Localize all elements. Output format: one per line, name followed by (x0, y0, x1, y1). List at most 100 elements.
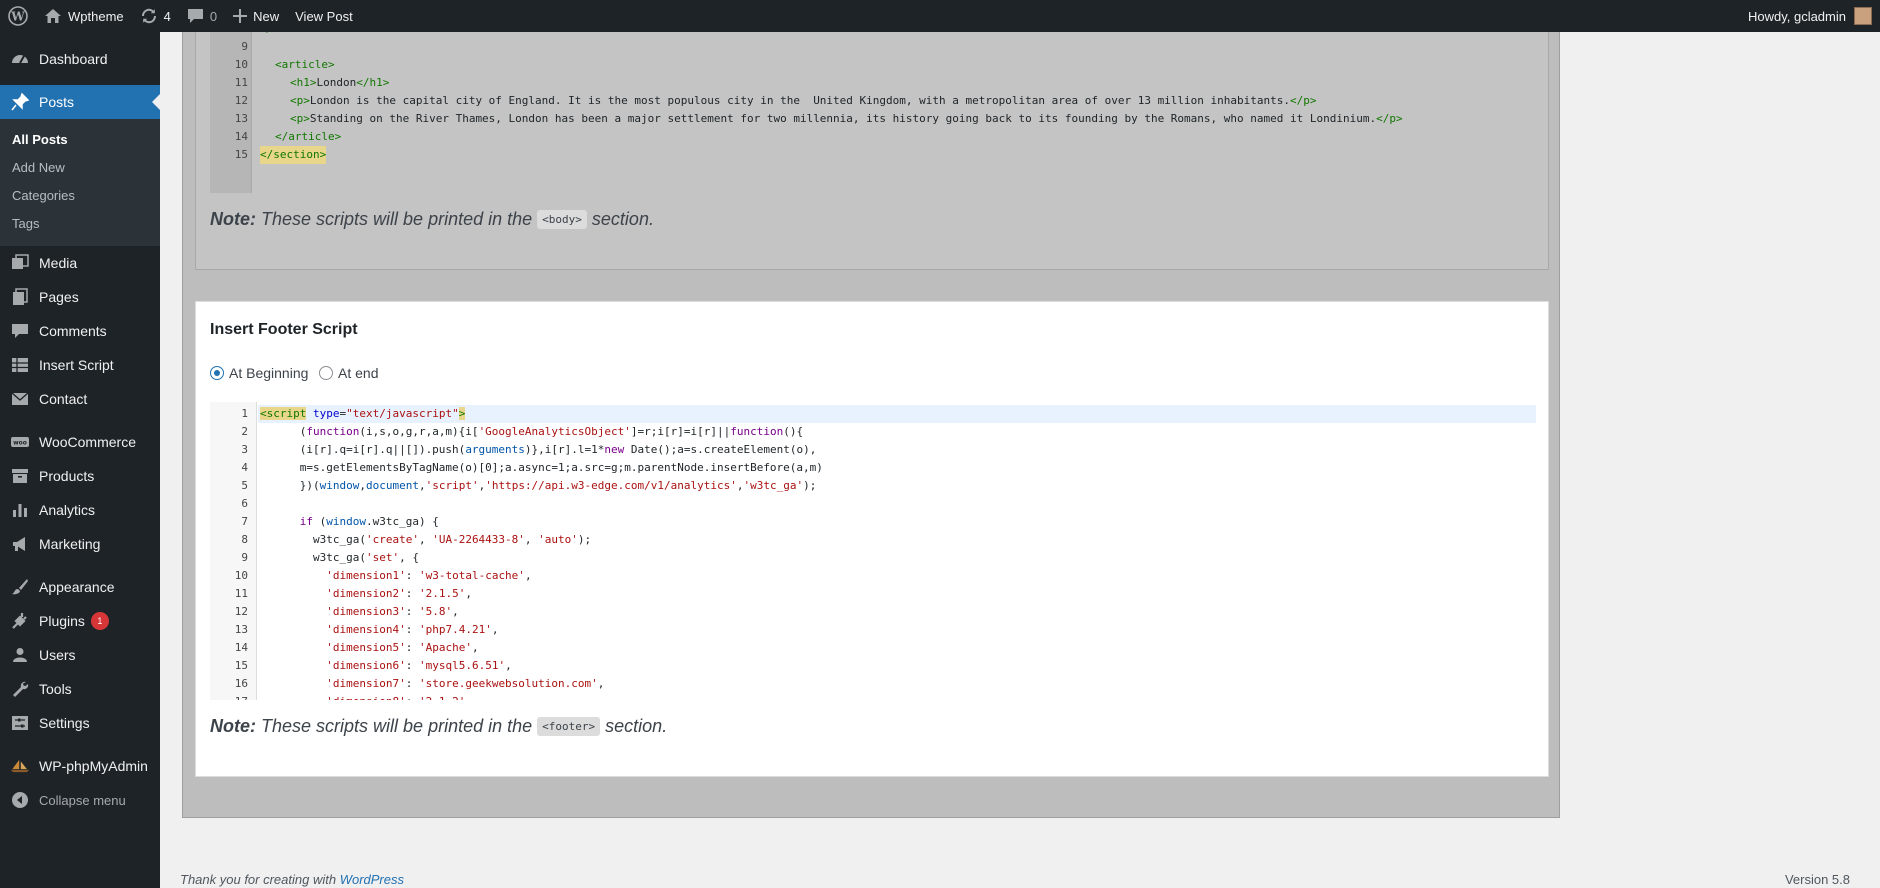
line-number: 1 (241, 407, 248, 420)
media-icon (10, 253, 30, 273)
line-number: 3 (241, 443, 248, 456)
sidebar-item-tools[interactable]: Tools (0, 672, 160, 706)
body-script-note: Note: These scripts will be printed in t… (210, 209, 654, 229)
body-tag-code: <body> (537, 210, 587, 229)
body-script-card: 8</nav> 9 10<article> 11<h1>London</h1> … (195, 20, 1549, 270)
sidebar-item-label: Pages (39, 289, 79, 305)
sidebar-item-label: Marketing (39, 536, 101, 552)
line-number: 13 (234, 623, 248, 636)
updates-icon (140, 7, 158, 25)
sidebar-item-analytics[interactable]: Analytics (0, 493, 160, 527)
line-number: 8 (241, 533, 248, 546)
sidebar-item-label: Plugins (39, 613, 85, 629)
sidebar-item-phpmyadmin[interactable]: WP-phpMyAdmin (0, 749, 160, 783)
view-post-label: View Post (295, 8, 353, 24)
code-line: (i[r].q=i[r].q||[]).push(arguments)},i[r… (260, 443, 817, 456)
sidebar-item-insert-script[interactable]: Insert Script (0, 348, 160, 382)
howdy-label: Howdy, gcladmin (1747, 8, 1846, 24)
user-icon (10, 645, 30, 665)
radio-button-checked[interactable] (210, 366, 224, 380)
wordpress-link[interactable]: WordPress (340, 872, 404, 887)
sidebar-item-settings[interactable]: Settings (0, 706, 160, 740)
sidebar-item-plugins[interactable]: Plugins 1 (0, 604, 160, 638)
submenu-all-posts[interactable]: All Posts (0, 126, 160, 154)
site-name-label: Wptheme (68, 8, 124, 24)
plugins-update-badge: 1 (90, 612, 109, 630)
comments-count: 0 (209, 8, 218, 24)
code-line: 'dimension4': 'php7.4.21', (326, 623, 499, 636)
sidebar-item-contact[interactable]: Contact (0, 382, 160, 416)
sidebar-item-users[interactable]: Users (0, 638, 160, 672)
code-line: <h1>London</h1> (290, 76, 390, 89)
code-line: })(window,document,'script','https://api… (260, 479, 817, 492)
sidebar-item-products[interactable]: Products (0, 459, 160, 493)
sidebar-item-label: Media (39, 255, 78, 271)
updates-link[interactable]: 4 (132, 0, 179, 32)
sidebar-item-label: Dashboard (39, 51, 108, 67)
new-content-link[interactable]: New (225, 0, 287, 32)
comment-bubble-icon (187, 8, 204, 24)
line-number: 12 (234, 94, 248, 107)
my-account-menu[interactable]: Howdy, gcladmin (1748, 7, 1880, 25)
line-number: 9 (241, 551, 248, 564)
code-line: m=s.getElementsByTagName(o)[0];a.async=1… (260, 461, 823, 474)
woocommerce-icon: woo (10, 432, 30, 452)
line-number: 9 (241, 40, 248, 53)
sidebar-item-posts[interactable]: Posts (0, 85, 160, 119)
sidebar-item-marketing[interactable]: Marketing (0, 527, 160, 561)
code-line: if (window.w3tc_ga) { (299, 515, 439, 528)
sidebar-item-label: Insert Script (39, 357, 114, 373)
code-line: <article> (275, 58, 335, 71)
collapse-arrow-icon (10, 790, 30, 810)
sidebar-item-woocommerce[interactable]: woo WooCommerce (0, 425, 160, 459)
site-name-link[interactable]: Wptheme (36, 0, 132, 32)
footer-code-editor[interactable]: 1 <script type="text/javascript"> 2 (funct… (210, 402, 1536, 700)
sidebar-item-pages[interactable]: Pages (0, 280, 160, 314)
submenu-tags[interactable]: Tags (0, 210, 160, 238)
line-number: 14 (234, 130, 248, 143)
sidebar-item-comments[interactable]: Comments (0, 314, 160, 348)
sidebar-item-label: Products (39, 468, 95, 484)
sidebar-item-appearance[interactable]: Appearance (0, 570, 160, 604)
wordpress-logo-icon: W (8, 6, 28, 26)
line-number: 14 (234, 641, 248, 654)
wp-version: Version 5.8 (1784, 872, 1850, 887)
radio-at-beginning[interactable]: At Beginning (210, 365, 308, 381)
sidebar-item-media[interactable]: Media (0, 246, 160, 280)
table-grid-icon (10, 355, 30, 375)
sidebar-item-label: WP-phpMyAdmin (39, 758, 148, 774)
line-number: 6 (241, 497, 248, 510)
sidebar-item-dashboard[interactable]: Dashboard (0, 42, 160, 76)
svg-text:woo: woo (13, 440, 27, 447)
submenu-add-new[interactable]: Add New (0, 154, 160, 182)
pages-icon (10, 287, 30, 307)
radio-button-unchecked[interactable] (319, 366, 333, 380)
footer-script-card: Insert Footer Script At Beginning At end… (195, 301, 1549, 777)
comments-link[interactable]: 0 (179, 0, 225, 32)
body-code-editor[interactable]: 8</nav> 9 10<article> 11<h1>London</h1> … (196, 21, 1550, 193)
pushpin-icon (10, 92, 30, 112)
sidebar-item-label: Settings (39, 715, 90, 731)
code-line: (function(i,s,o,g,r,a,m){i['GoogleAnalyt… (260, 425, 804, 438)
collapse-menu-button[interactable]: Collapse menu (0, 783, 160, 817)
sidebar-item-label: Collapse menu (39, 792, 126, 808)
code-line: w3tc_ga('set', { (260, 551, 419, 564)
line-number: 2 (241, 425, 248, 438)
submenu-categories[interactable]: Categories (0, 182, 160, 210)
code-line: <p>London is the capital city of England… (290, 94, 1317, 107)
paintbrush-icon (10, 577, 30, 597)
admin-footer: Thank you for creating with WordPress (180, 872, 1870, 887)
view-post-link[interactable]: View Post (287, 0, 361, 32)
wordpress-logo-menu[interactable]: W (0, 0, 36, 32)
line-number: 7 (241, 515, 248, 528)
code-line: 'dimension3': '5.8', (326, 605, 459, 618)
updates-count: 4 (163, 8, 171, 24)
line-number: 4 (241, 461, 248, 474)
plus-icon (233, 9, 248, 23)
sidebar-item-label: Appearance (39, 579, 115, 595)
footer-script-note: Note: These scripts will be printed in t… (210, 716, 668, 736)
admin-bar: W Wptheme 4 0 New View Post Howdy, gclad… (0, 0, 1880, 32)
svg-text:W: W (10, 10, 25, 24)
radio-at-end[interactable]: At end (319, 365, 378, 381)
new-label: New (253, 8, 280, 24)
